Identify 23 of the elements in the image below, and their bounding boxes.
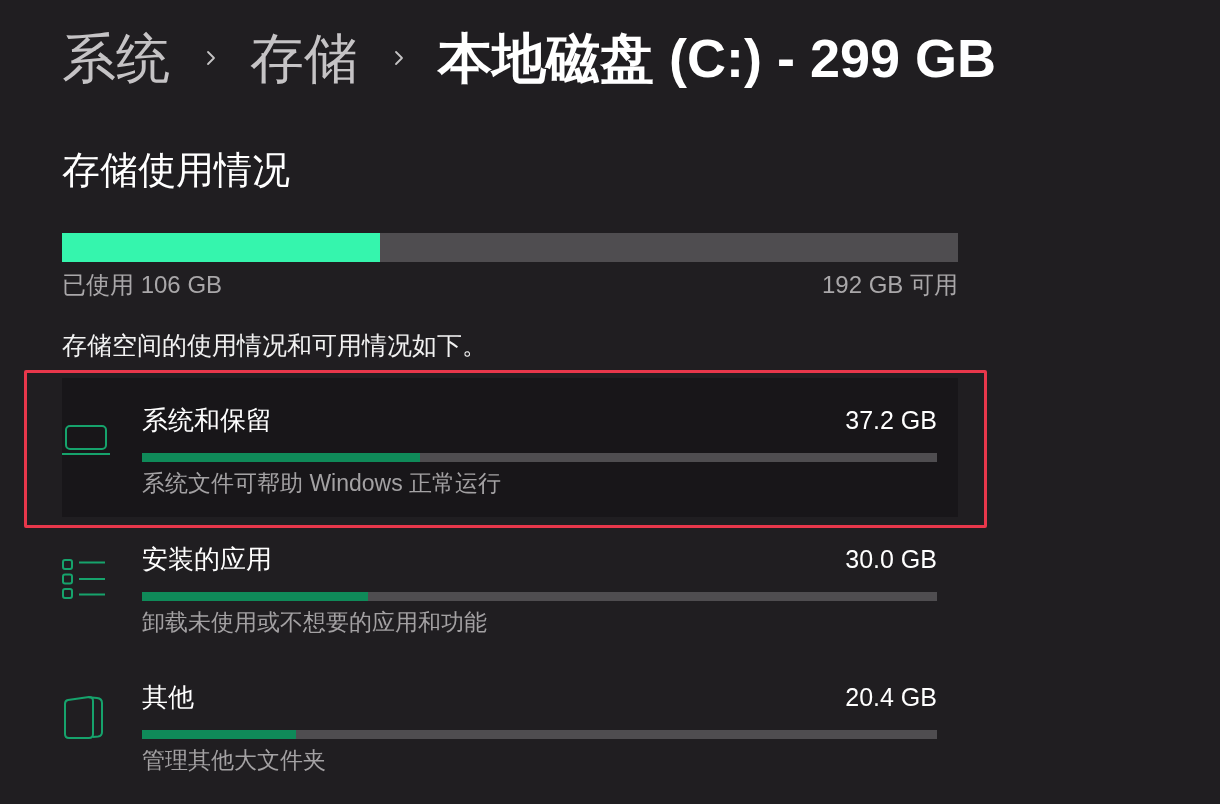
section-title: 存储使用情况 (62, 148, 291, 193)
laptop-icon (62, 425, 110, 455)
category-title: 系统和保留 (142, 404, 272, 437)
breadcrumb-link[interactable]: 系统 (62, 23, 170, 93)
category-size: 30.0 GB (845, 544, 937, 575)
free-space-label: 192 GB 可用 (821, 270, 958, 300)
category-size: 20.4 GB (845, 682, 937, 713)
category-title: 其他 (142, 681, 194, 714)
category-item[interactable]: 其他 20.4 GB 管理其他大文件夹 (62, 655, 958, 793)
category-title: 安装的应用 (142, 543, 272, 576)
chevron-icon (394, 50, 404, 66)
category-description: 管理其他大文件夹 (142, 746, 327, 775)
description-text: 存储空间的使用情况和可用情况如下。 (62, 330, 488, 361)
page-title: 本地磁盘 (C:) - 299 GB (438, 27, 997, 90)
list-icon (62, 559, 106, 599)
category-description: 卸载未使用或不想要的应用和功能 (142, 608, 488, 637)
breadcrumb-link[interactable]: 存储 (250, 23, 358, 93)
category-description: 系统文件可帮助 Windows 正常运行 (142, 469, 503, 498)
file-icon (62, 694, 104, 740)
category-size: 37.2 GB (845, 405, 937, 436)
chevron-icon (206, 50, 216, 66)
category-item[interactable]: 安装的应用 30.0 GB 卸载未使用或不想要的应用和功能 (62, 517, 958, 655)
used-space-label: 已使用 106 GB (62, 270, 223, 300)
